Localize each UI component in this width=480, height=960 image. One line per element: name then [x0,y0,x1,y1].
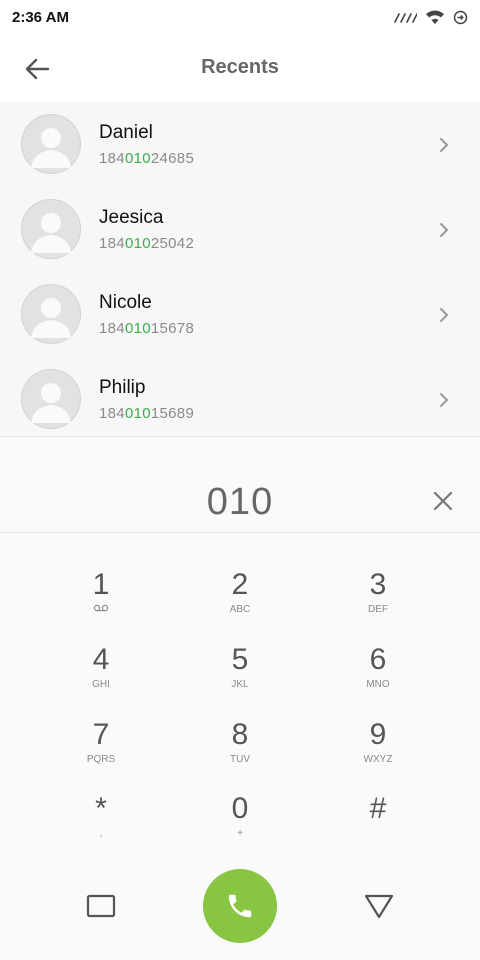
person-icon [31,213,71,253]
status-bar: 2:36 AM [0,0,480,34]
triangle-down-icon[interactable] [363,892,395,920]
key-3[interactable]: 3 DEF [313,569,443,639]
contact-row[interactable]: Philip 18401015689 [0,357,480,436]
key-digit: * [95,792,107,825]
contact-number: 18401015678 [99,320,195,337]
key-digit: 2 [231,568,249,601]
key-5[interactable]: 5 JKL [175,644,305,714]
key-letters: TUV [230,754,250,765]
phone-icon [228,894,252,918]
key-letters: ABC [229,604,251,615]
key-digit: 4 [92,643,110,676]
key-letters: GHI [92,679,110,690]
square-icon[interactable] [86,894,116,918]
person-icon [31,298,71,338]
close-icon [433,491,453,511]
key-hash[interactable]: # [313,793,443,863]
key-0[interactable]: 0 + [175,793,305,863]
contact-number: 18401015689 [99,405,195,422]
status-time: 2:36 AM [12,8,69,26]
chevron-right-icon [440,393,449,407]
battery-saver-icon [453,10,468,25]
key-digit: 3 [369,568,387,601]
key-9[interactable]: 9 WXYZ [313,719,443,789]
key-2[interactable]: 2 ABC [175,569,305,639]
key-star[interactable]: * , [36,793,166,863]
chevron-right-icon [440,308,449,322]
key-6[interactable]: 6 MNO [313,644,443,714]
contact-number: 18401025042 [99,235,195,252]
key-8[interactable]: 8 TUV [175,719,305,789]
key-letters: JKL [231,679,249,690]
clear-button[interactable] [430,488,456,514]
contact-name: Daniel [99,122,153,143]
key-letters: WXYZ [363,754,393,765]
contact-row[interactable]: Daniel 18401024685 [0,102,480,187]
avatar [21,114,81,174]
wifi-icon [425,10,445,25]
avatar [21,284,81,344]
key-letters: + [237,828,243,839]
call-button[interactable] [203,869,277,943]
person-icon [31,383,71,423]
status-icons [393,10,468,25]
person-icon [31,128,71,168]
contact-name: Jeesica [99,207,164,228]
key-digit: 1 [92,568,110,601]
key-4[interactable]: 4 GHI [36,644,166,714]
contact-number: 18401024685 [99,150,195,167]
key-letters: PQRS [86,754,116,765]
key-letters: MNO [366,679,390,690]
signal-icon [393,10,417,24]
chevron-right-icon [440,138,449,152]
key-digit: 7 [92,718,110,751]
page-title: Recents [201,56,279,78]
key-digit: # [369,792,387,825]
voicemail-icon [36,604,166,615]
key-digit: 9 [369,718,387,751]
avatar [21,369,81,429]
contact-row[interactable]: Jeesica 18401025042 [0,187,480,272]
dial-display: 010 [0,436,480,533]
key-letters: , [99,828,103,839]
contact-name: Philip [99,377,146,398]
contact-name: Nicole [99,292,152,313]
key-digit: 0 [231,792,249,825]
avatar [21,199,81,259]
key-7[interactable]: 7 PQRS [36,719,166,789]
contact-row[interactable]: Nicole 18401015678 [0,272,480,357]
app-bar: Recents [0,34,480,102]
key-digit: 8 [231,718,249,751]
dial-input[interactable]: 010 [0,481,480,524]
chevron-right-icon [440,223,449,237]
key-digit: 5 [231,643,249,676]
key-digit: 6 [369,643,387,676]
recents-list: Daniel 18401024685 Jeesica 18401025042 N… [0,102,480,436]
key-letters: DEF [368,604,388,615]
key-1[interactable]: 1 [36,569,166,639]
